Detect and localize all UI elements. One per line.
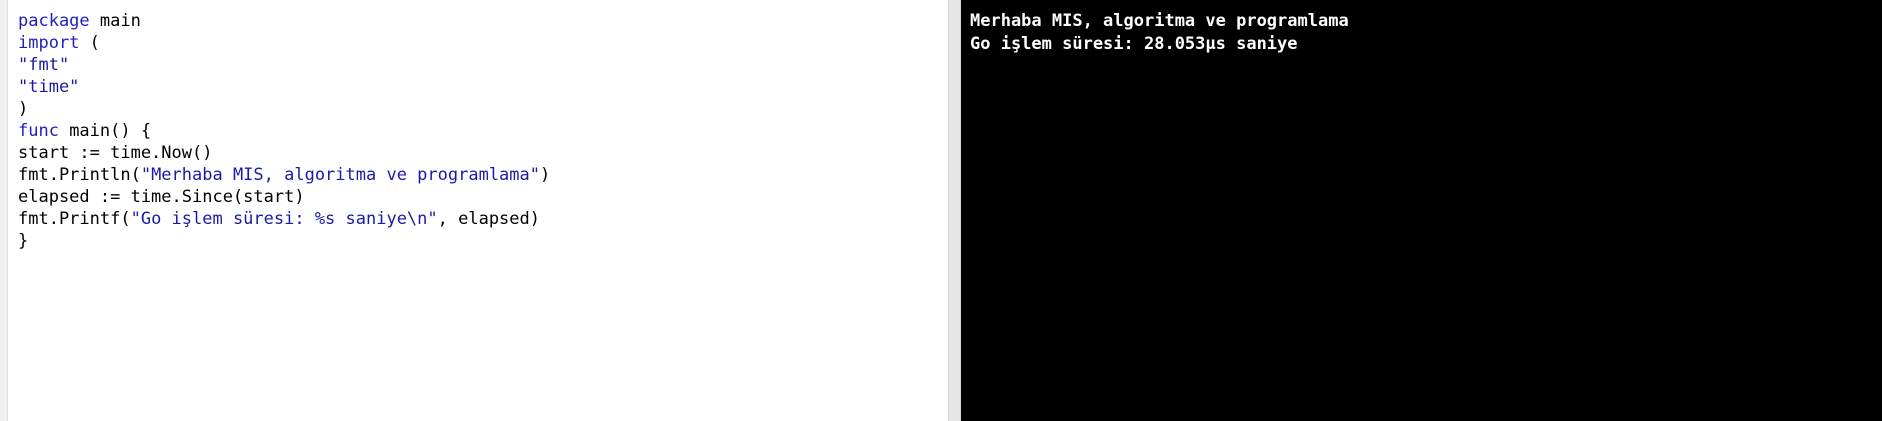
code-lines: package main import ("fmt" "time") func mai…: [18, 10, 948, 252]
code-line: elapsed := time.Since(start): [18, 186, 948, 208]
code-line: import (: [18, 32, 948, 54]
code-line: "time": [18, 76, 948, 98]
code-line: package main: [18, 10, 948, 32]
code-text: , elapsed): [437, 209, 540, 229]
editor-gutter: [0, 0, 8, 421]
code-string: "time": [18, 77, 80, 97]
code-text: ): [540, 165, 551, 185]
output-console: Merhaba MIS, algoritma ve programlama Go…: [961, 0, 1882, 421]
code-keyword: func: [18, 121, 59, 141]
code-text: }: [18, 231, 29, 251]
code-text: elapsed := time.Since(start): [18, 187, 305, 207]
code-string: "Go işlem süresi: %s saniye\n": [130, 209, 438, 229]
code-text: main: [89, 11, 141, 31]
code-text: ): [18, 99, 29, 119]
code-line: fmt.Println("Merhaba MIS, algoritma ve p…: [18, 164, 948, 186]
code-line: func main() {: [18, 120, 948, 142]
code-text: (: [79, 33, 100, 53]
code-text: main() {: [58, 121, 152, 141]
code-text: fmt.Printf(: [18, 209, 131, 229]
code-text: fmt.Println(: [18, 165, 141, 185]
code-text: start := time.Now(): [18, 143, 213, 163]
code-line: }: [18, 230, 948, 252]
code-string: "Merhaba MIS, algoritma ve programlama": [140, 165, 540, 185]
code-editor[interactable]: package main import ("fmt" "time") func mai…: [8, 0, 948, 421]
code-line: start := time.Now(): [18, 142, 948, 164]
console-line: Go işlem süresi: 28.053µs saniye: [970, 34, 1298, 54]
code-keyword: package: [18, 11, 90, 31]
console-line: Merhaba MIS, algoritma ve programlama: [970, 11, 1349, 31]
pane-splitter[interactable]: [948, 0, 961, 421]
code-line: fmt.Printf("Go işlem süresi: %s saniye\n…: [18, 208, 948, 230]
code-line: "fmt": [18, 54, 948, 76]
code-keyword: import: [18, 33, 80, 53]
app-window: package main import ("fmt" "time") func mai…: [0, 0, 1882, 421]
code-line: ): [18, 98, 948, 120]
code-string: "fmt": [18, 55, 70, 75]
